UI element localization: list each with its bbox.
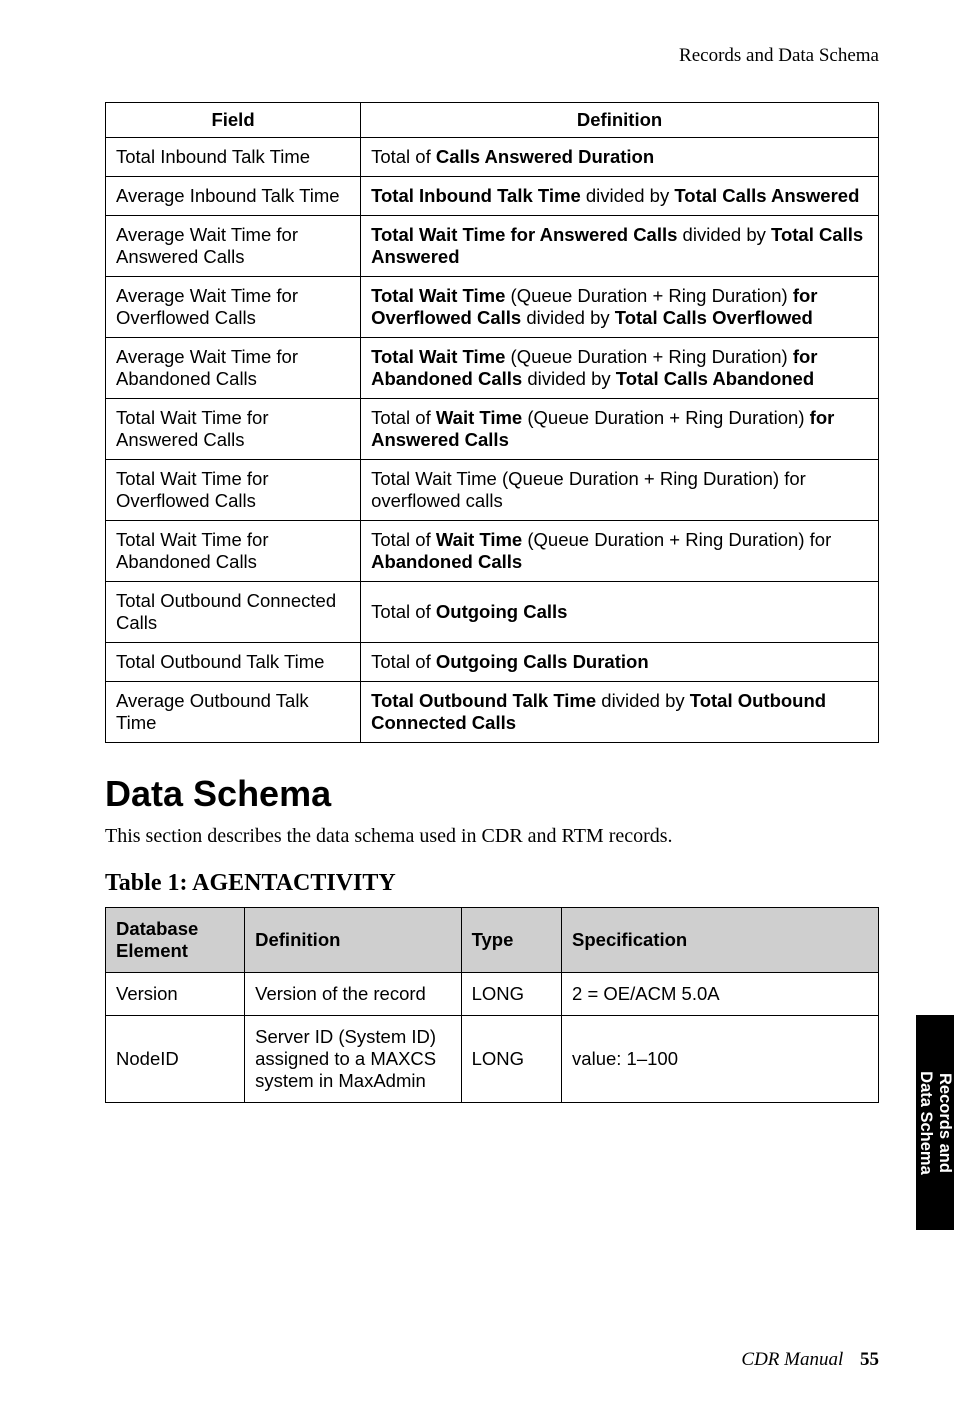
- schema-cell-db: NodeID: [106, 1016, 245, 1103]
- defs-header-definition: Definition: [361, 103, 879, 138]
- table-row: Total Wait Time for Abandoned CallsTotal…: [106, 521, 879, 582]
- running-header: Records and Data Schema: [105, 45, 879, 67]
- footer-label: CDR Manual: [741, 1349, 843, 1370]
- definitions-table: Field Definition Total Inbound Talk Time…: [105, 102, 879, 743]
- schema-cell-spec: value: 1–100: [562, 1016, 879, 1103]
- defs-definition-cell: Total of Wait Time (Queue Duration + Rin…: [361, 399, 879, 460]
- table-row: Total Wait Time for Answered CallsTotal …: [106, 399, 879, 460]
- defs-field-cell: Average Wait Time for Overflowed Calls: [106, 277, 361, 338]
- schema-cell-def: Server ID (System ID) assigned to a MAXC…: [245, 1016, 461, 1103]
- table-row: Total Inbound Talk TimeTotal of Calls An…: [106, 138, 879, 177]
- schema-table: Database Element Definition Type Specifi…: [105, 907, 879, 1103]
- footer-page-number: 55: [860, 1349, 879, 1370]
- table-row: NodeIDServer ID (System ID) assigned to …: [106, 1016, 879, 1103]
- page-footer: CDR Manual 55: [741, 1349, 879, 1371]
- table-row: Total Outbound Connected CallsTotal of O…: [106, 582, 879, 643]
- table-row: Average Outbound Talk TimeTotal Outbound…: [106, 682, 879, 743]
- defs-field-cell: Average Inbound Talk Time: [106, 177, 361, 216]
- defs-definition-cell: Total of Wait Time (Queue Duration + Rin…: [361, 521, 879, 582]
- schema-header-db: Database Element: [106, 908, 245, 973]
- defs-definition-cell: Total of Outgoing Calls: [361, 582, 879, 643]
- defs-definition-cell: Total Wait Time (Queue Duration + Ring D…: [361, 460, 879, 521]
- defs-definition-cell: Total Wait Time for Answered Calls divid…: [361, 216, 879, 277]
- table-row: Average Inbound Talk TimeTotal Inbound T…: [106, 177, 879, 216]
- defs-field-cell: Total Outbound Connected Calls: [106, 582, 361, 643]
- side-tab-line2: Data Schema: [917, 1071, 935, 1175]
- defs-definition-cell: Total of Outgoing Calls Duration: [361, 643, 879, 682]
- defs-field-cell: Average Outbound Talk Time: [106, 682, 361, 743]
- schema-cell-spec: 2 = OE/ACM 5.0A: [562, 973, 879, 1016]
- table-row: Total Outbound Talk TimeTotal of Outgoin…: [106, 643, 879, 682]
- side-tab-line1: Records and: [936, 1073, 954, 1173]
- defs-field-cell: Total Outbound Talk Time: [106, 643, 361, 682]
- defs-definition-cell: Total Wait Time (Queue Duration + Ring D…: [361, 277, 879, 338]
- schema-cell-type: LONG: [461, 1016, 561, 1103]
- table-row: VersionVersion of the recordLONG2 = OE/A…: [106, 973, 879, 1016]
- table-row: Average Wait Time for Overflowed CallsTo…: [106, 277, 879, 338]
- table-row: Average Wait Time for Abandoned CallsTot…: [106, 338, 879, 399]
- defs-definition-cell: Total Inbound Talk Time divided by Total…: [361, 177, 879, 216]
- defs-field-cell: Total Wait Time for Overflowed Calls: [106, 460, 361, 521]
- schema-cell-type: LONG: [461, 973, 561, 1016]
- defs-definition-cell: Total of Calls Answered Duration: [361, 138, 879, 177]
- schema-cell-db: Version: [106, 973, 245, 1016]
- schema-header-def: Definition: [245, 908, 461, 973]
- schema-cell-def: Version of the record: [245, 973, 461, 1016]
- table-row: Total Wait Time for Overflowed CallsTota…: [106, 460, 879, 521]
- defs-header-field: Field: [106, 103, 361, 138]
- schema-header-spec: Specification: [562, 908, 879, 973]
- defs-definition-cell: Total Wait Time (Queue Duration + Ring D…: [361, 338, 879, 399]
- defs-field-cell: Average Wait Time for Abandoned Calls: [106, 338, 361, 399]
- section-title: Data Schema: [105, 773, 879, 815]
- defs-field-cell: Total Inbound Talk Time: [106, 138, 361, 177]
- defs-definition-cell: Total Outbound Talk Time divided by Tota…: [361, 682, 879, 743]
- side-tab: Records and Data Schema: [916, 1015, 954, 1230]
- section-body: This section describes the data schema u…: [105, 825, 879, 848]
- table-row: Average Wait Time for Answered CallsTota…: [106, 216, 879, 277]
- table-caption: Table 1: AGENTACTIVITY: [105, 870, 879, 897]
- defs-field-cell: Total Wait Time for Answered Calls: [106, 399, 361, 460]
- schema-header-type: Type: [461, 908, 561, 973]
- defs-field-cell: Average Wait Time for Answered Calls: [106, 216, 361, 277]
- defs-field-cell: Total Wait Time for Abandoned Calls: [106, 521, 361, 582]
